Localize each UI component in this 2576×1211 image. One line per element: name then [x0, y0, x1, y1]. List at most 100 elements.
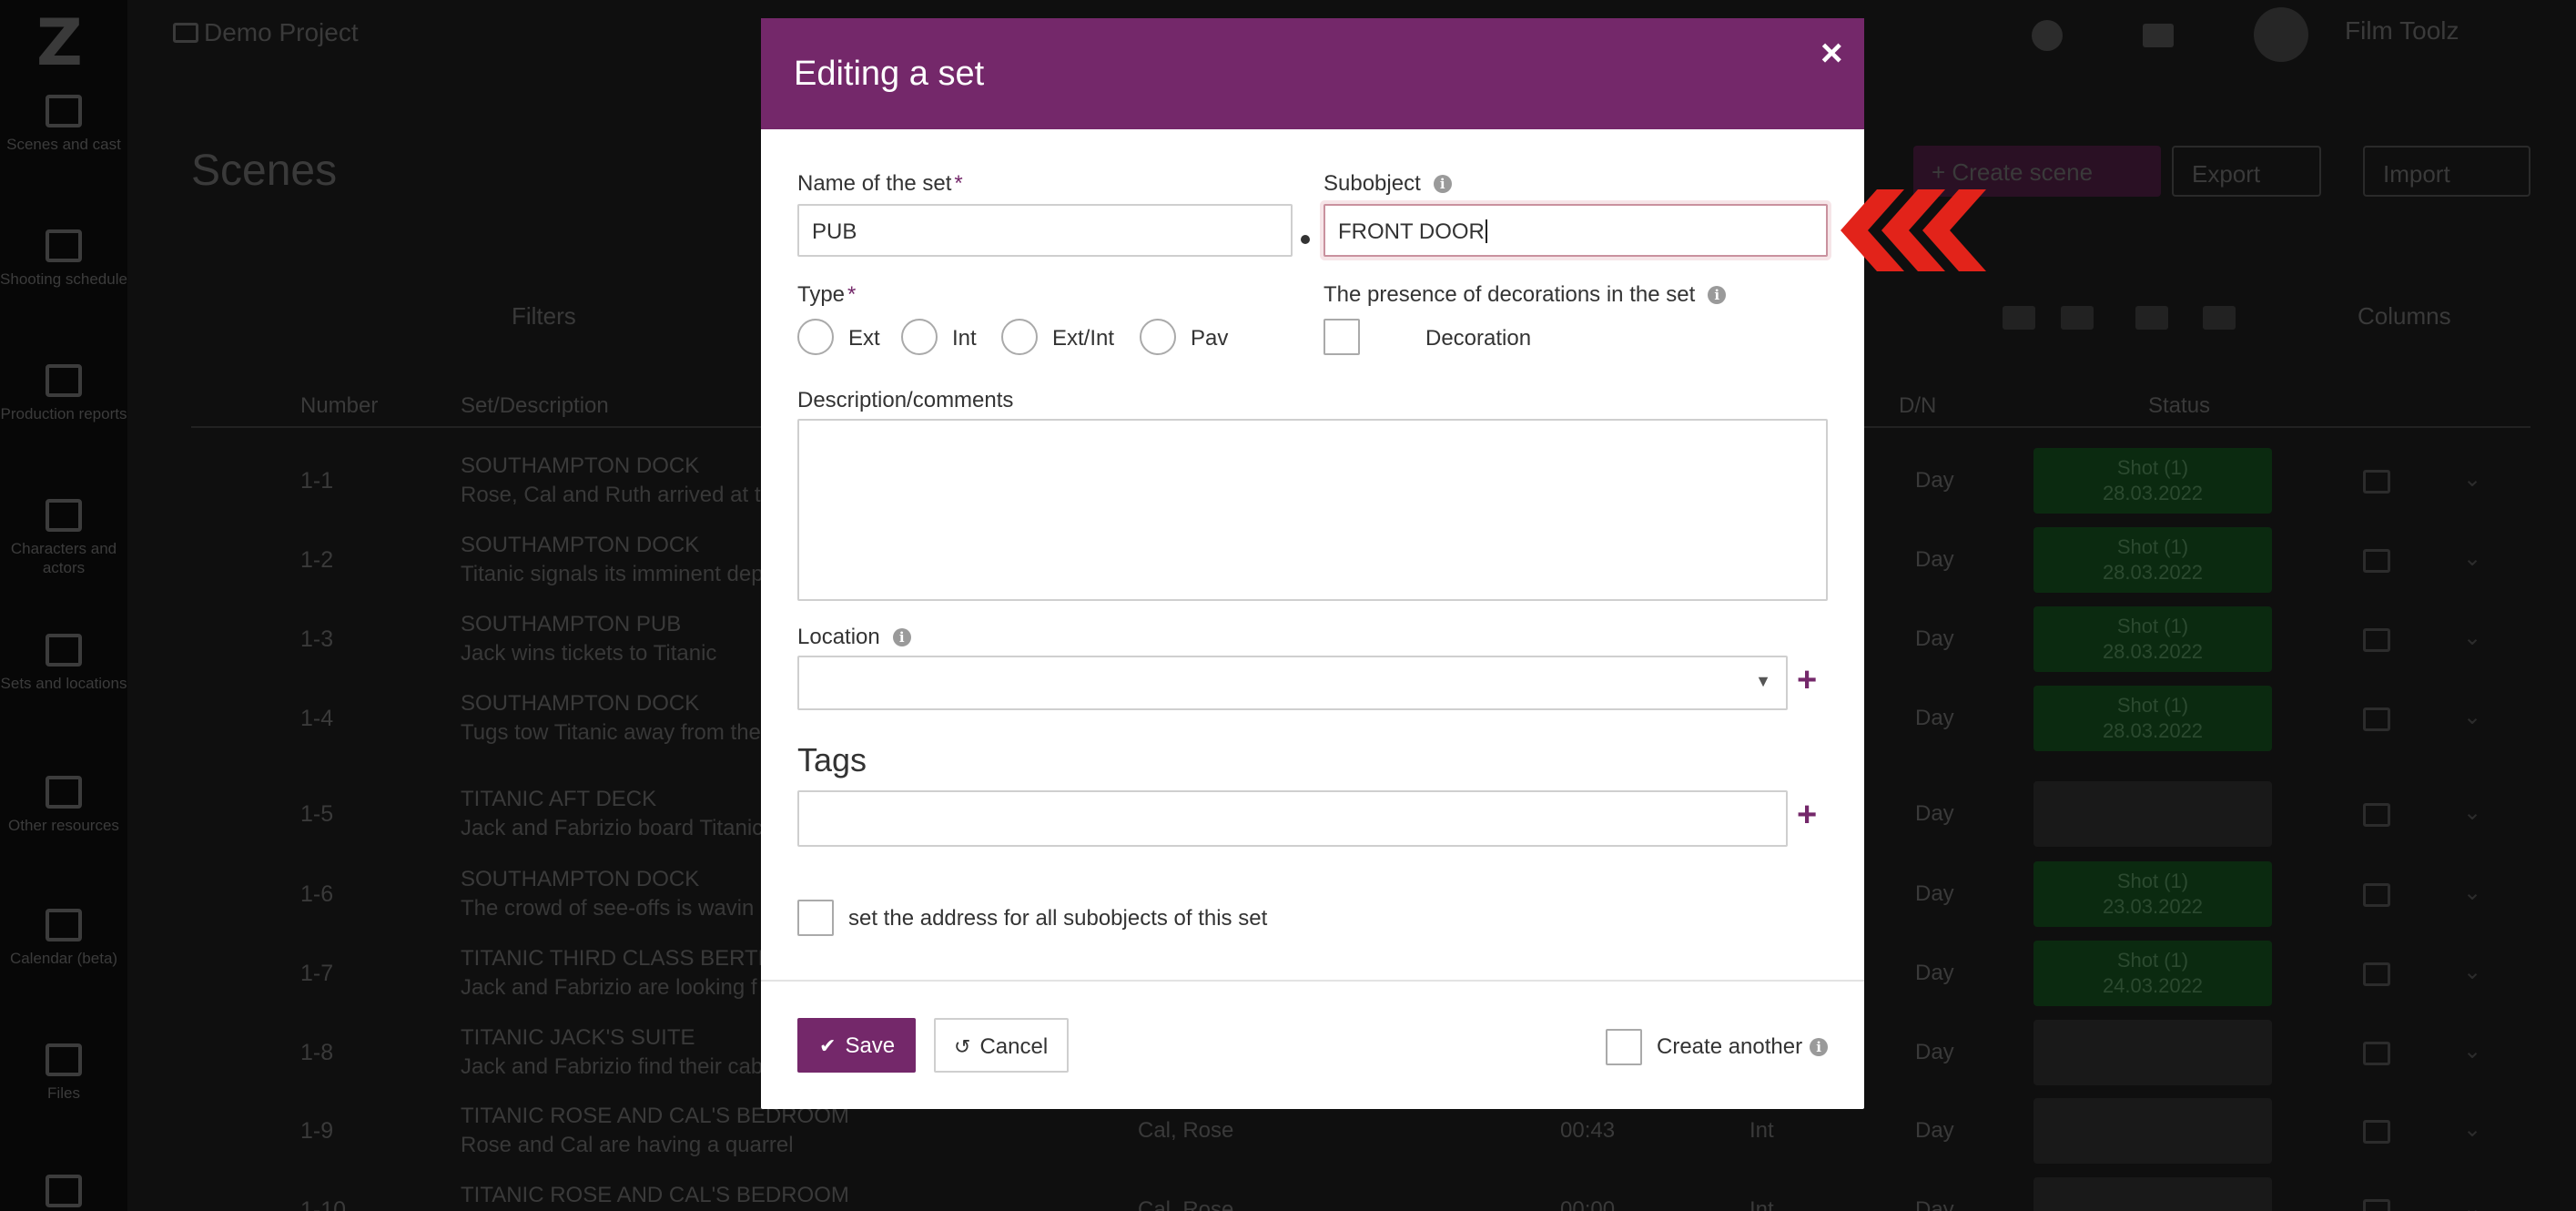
chevron-down-icon[interactable]: ⌄	[2463, 1196, 2481, 1211]
view-grid-icon[interactable]	[2061, 306, 2094, 330]
col-set[interactable]: Set/Description	[461, 393, 609, 419]
cancel-label: Cancel	[979, 1034, 1049, 1059]
chevron-down-icon[interactable]: ⌄	[2463, 1038, 2481, 1064]
required-mark: *	[847, 282, 857, 307]
status-badge: Shot (1) 28.03.2022	[2033, 686, 2272, 751]
sidebar-item-label: Calendar (beta)	[9, 950, 118, 967]
scene-description: Titanic signals its imminent dep	[461, 562, 764, 586]
info-icon[interactable]: i	[1433, 175, 1452, 193]
chevron-down-icon[interactable]: ⌄	[2463, 704, 2481, 730]
scene-daynight: Day	[1915, 626, 1954, 651]
sidebar-item-resources[interactable]: Other resources	[0, 776, 127, 835]
dialog-header: Editing a set ×	[761, 18, 1864, 129]
sidebar-item-calendar[interactable]: Calendar (beta)	[0, 909, 127, 968]
scene-daynight: Day	[1915, 1118, 1954, 1143]
type-extint-radio[interactable]	[1001, 319, 1038, 355]
edit-icon[interactable]	[2363, 1199, 2390, 1211]
app-logo: Z	[36, 5, 83, 80]
mail-icon[interactable]	[2143, 24, 2174, 47]
chevron-down-icon[interactable]: ⌄	[2463, 799, 2481, 826]
status-badge	[2033, 1020, 2272, 1085]
location-label-text: Location	[797, 625, 880, 649]
info-icon[interactable]: i	[1708, 286, 1727, 304]
sidebar-item-reports[interactable]: Production reports	[0, 364, 127, 423]
avatar[interactable]	[2254, 7, 2308, 62]
edit-icon[interactable]	[2363, 883, 2390, 907]
sidebar-item-stats[interactable]	[0, 1175, 127, 1211]
sidebar-item-files[interactable]: Files	[0, 1043, 127, 1103]
col-number[interactable]: Number	[300, 393, 378, 419]
save-button[interactable]: ✔ Save	[797, 1018, 916, 1073]
decorations-label: The presence of decorations in the set i	[1323, 282, 1727, 308]
view-list-icon[interactable]	[2003, 306, 2035, 330]
scene-number: 1-4	[300, 706, 334, 731]
close-icon[interactable]: ×	[1820, 31, 1843, 75]
scene-number: 1-2	[300, 547, 334, 573]
subobject-input[interactable]: FRONT DOOR	[1323, 204, 1828, 257]
sidebar-item-characters[interactable]: Characters and actors	[0, 499, 127, 577]
sidebar-item-label: Files	[47, 1084, 80, 1102]
type-ext-radio[interactable]	[797, 319, 834, 355]
location-label: Location i	[797, 625, 911, 650]
table-row[interactable]: 1-10 TITANIC ROSE AND CAL'S BEDROOM Cal, R…	[191, 1172, 2530, 1211]
edit-icon[interactable]	[2363, 707, 2390, 731]
col-status[interactable]: Status	[2148, 393, 2210, 419]
add-location-plus-icon[interactable]: +	[1797, 661, 1817, 700]
col-dn[interactable]: D/N	[1899, 393, 1936, 419]
chevron-down-icon[interactable]: ⌄	[2463, 625, 2481, 651]
scene-description: Jack and Fabrizio are looking f	[461, 975, 757, 1000]
add-tag-plus-icon[interactable]: +	[1797, 796, 1817, 835]
chevron-down-icon[interactable]: ⌄	[2463, 1116, 2481, 1143]
create-another-checkbox[interactable]	[1606, 1029, 1642, 1065]
import-button[interactable]: Import	[2363, 146, 2530, 197]
sidebar-item-schedule[interactable]: Shooting schedule	[0, 229, 127, 289]
scene-type: Int	[1749, 1118, 1774, 1143]
edit-icon[interactable]	[2363, 470, 2390, 494]
address-all-checkbox[interactable]	[797, 900, 834, 936]
set-name-input[interactable]: PUB	[797, 204, 1293, 257]
location-select[interactable]: ▼	[797, 656, 1788, 710]
project-selector[interactable]: Demo Project	[173, 18, 359, 47]
export-button[interactable]: Export	[2172, 146, 2321, 197]
create-another-text: Create another	[1657, 1034, 1803, 1059]
type-pav-radio[interactable]	[1140, 319, 1176, 355]
edit-set-dialog: Editing a set × Name of the set * PUB Sub…	[761, 18, 1864, 1109]
type-int-radio[interactable]	[901, 319, 938, 355]
info-icon[interactable]: i	[892, 628, 911, 646]
type-int-label: Int	[952, 326, 977, 351]
sidebar-item-scenes[interactable]: Scenes and cast	[0, 95, 127, 154]
status-badge	[2033, 1177, 2272, 1211]
chevron-down-icon[interactable]: ⌄	[2463, 545, 2481, 572]
chevron-down-icon[interactable]: ⌄	[2463, 959, 2481, 985]
subobject-value: FRONT DOOR	[1338, 219, 1485, 244]
status-badge: Shot (1) 28.03.2022	[2033, 527, 2272, 593]
tags-input[interactable]	[797, 790, 1788, 847]
type-label-text: Type	[797, 282, 846, 307]
edit-icon[interactable]	[2363, 962, 2390, 986]
cancel-button[interactable]: ↺ Cancel	[934, 1018, 1069, 1073]
edit-icon[interactable]	[2363, 803, 2390, 827]
edit-icon[interactable]	[2363, 1120, 2390, 1144]
chevron-down-icon[interactable]: ⌄	[2463, 880, 2481, 906]
columns-button[interactable]: Columns	[2358, 302, 2451, 331]
filters-button[interactable]: Filters	[512, 302, 576, 331]
edit-icon[interactable]	[2363, 549, 2390, 573]
scene-set: TITANIC AFT DECK	[461, 787, 657, 811]
set-name-label: Name of the set *	[797, 171, 963, 197]
view-cards-icon[interactable]	[2203, 306, 2236, 330]
decorations-label-text: The presence of decorations in the set	[1323, 282, 1696, 307]
info-icon[interactable]: i	[1810, 1038, 1829, 1056]
user-name[interactable]: Film Toolz	[2345, 16, 2459, 46]
decoration-checkbox[interactable]	[1323, 319, 1360, 355]
description-label: Description/comments	[797, 388, 1014, 412]
edit-icon[interactable]	[2363, 628, 2390, 652]
description-textarea[interactable]	[797, 419, 1828, 601]
scene-number: 1-6	[300, 881, 334, 907]
scene-number: 1-1	[300, 468, 334, 494]
view-compact-icon[interactable]	[2135, 306, 2168, 330]
scene-description: Jack and Fabrizio find their cab	[461, 1054, 764, 1079]
chevron-down-icon[interactable]: ⌄	[2463, 466, 2481, 493]
sidebar-item-sets[interactable]: Sets and locations	[0, 634, 127, 693]
edit-icon[interactable]	[2363, 1042, 2390, 1065]
help-icon[interactable]	[2032, 20, 2063, 51]
